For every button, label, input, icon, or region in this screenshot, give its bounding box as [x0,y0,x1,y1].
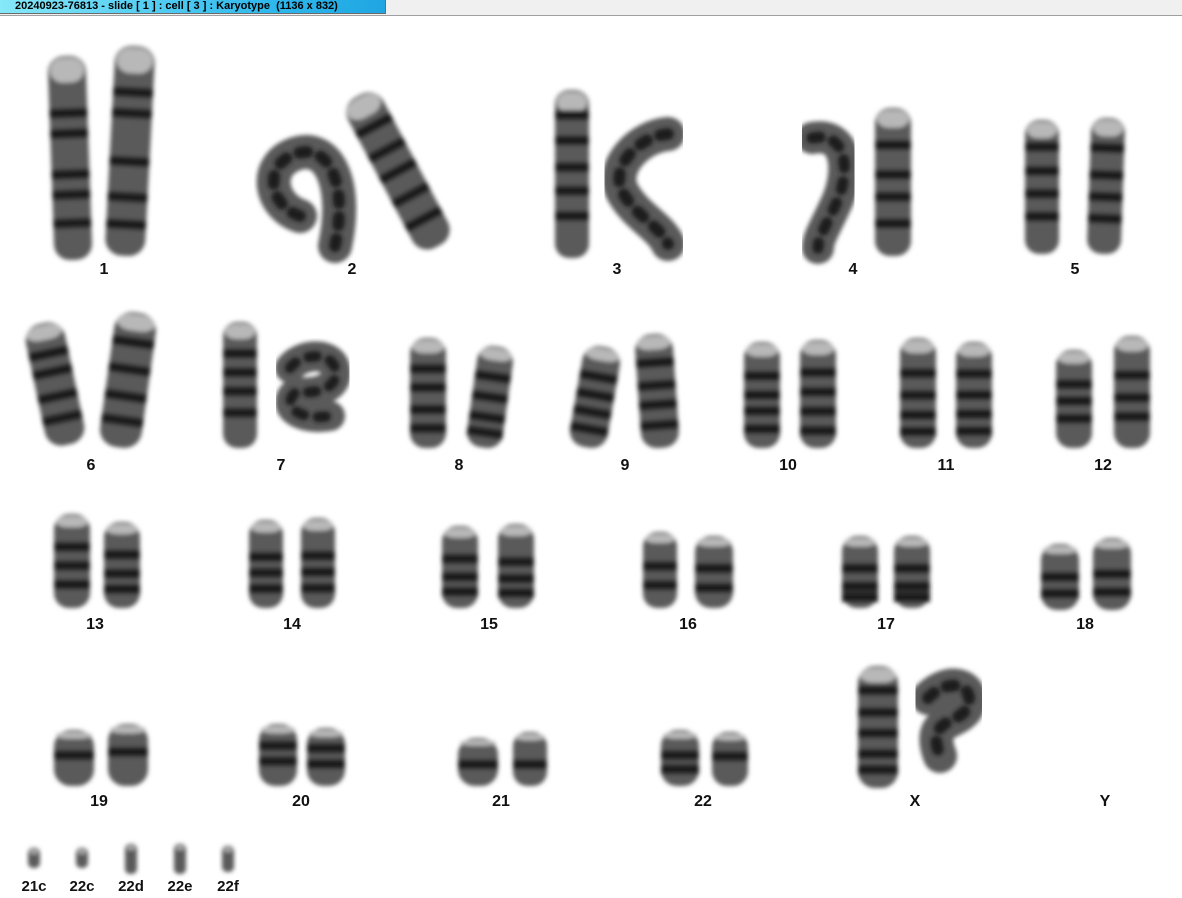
chromosome-label-2: 2 [347,261,357,278]
chromosome-label-x: X [909,793,921,810]
chrom-11a [900,338,936,448]
chrom-20b [307,728,345,786]
chromosome-label-18: 18 [1076,616,1094,633]
chromosome-label-13: 13 [86,616,104,633]
chrom-19a [54,730,94,786]
chrom-6b [100,312,156,448]
chrom-2b [346,92,450,250]
chrom-22b [712,732,748,786]
chrom-18a [1041,544,1079,610]
chrom-m22e [174,844,186,874]
chromosome-label-12: 12 [1094,457,1112,474]
chromosome-image-layer [25,45,1150,874]
chrom-m22f [222,846,234,872]
chromosome-label-5: 5 [1070,261,1080,278]
chromosome-label-4: 4 [848,261,858,278]
chrom-10b [800,340,836,448]
chrom-6a [25,322,85,446]
window-title-bar: 20240923-76813 - slide [ 1 ] : cell [ 3 … [0,0,1182,16]
chrom-m22c [76,848,88,868]
chrom-9b [635,333,679,449]
chrom-9a [569,345,621,449]
chrom-21b [513,732,547,786]
chromosome-label-3: 3 [612,261,622,278]
chrom-15b [498,524,534,608]
chromosome-label-y: Y [1099,793,1111,810]
chromosome-label-20: 20 [292,793,310,810]
chrom-19b [108,724,148,786]
chromosome-label-17: 17 [877,616,895,633]
chromosome-label-22: 22 [694,793,712,810]
chrom-16a [643,532,677,608]
chrom-5b [1087,117,1125,255]
chrom-21a [458,738,498,786]
marker-label-22d: 22d [118,878,144,895]
chrom-22a [661,730,699,786]
chromosome-label-14: 14 [283,616,301,633]
chrom-Xa [858,666,898,788]
chromosome-label-1: 1 [99,261,109,278]
chrom-1a [47,55,93,261]
chrom-10a [744,342,780,448]
marker-label-22e: 22e [167,878,193,895]
chrom-3a [555,90,589,258]
chrom-8b [466,345,513,449]
chrom-7a [223,322,257,448]
chrom-14b [301,518,335,608]
chrom-1b [105,45,155,257]
chrom-15a [442,526,478,608]
marker-label-22c: 22c [69,878,95,895]
chrom-5a [1025,120,1059,254]
chrom-12a [1056,350,1092,448]
chrom-18b [1093,538,1131,610]
chromosome-label-16: 16 [679,616,697,633]
chrom-13a [54,514,90,608]
chrom-13b [104,522,140,608]
chrom-17a [842,536,878,608]
chrom-4b [875,108,911,256]
window-title-tab[interactable]: 20240923-76813 - slide [ 1 ] : cell [ 3 … [0,0,386,14]
chrom-14a [249,520,283,608]
chromosome-label-15: 15 [480,616,498,633]
chromosome-label-21: 21 [492,793,510,810]
chrom-m22d [125,844,137,874]
chromosome-label-10: 10 [779,457,797,474]
chromosome-label-19: 19 [90,793,108,810]
chromosome-label-7: 7 [276,457,286,474]
marker-label-22f: 22f [217,878,239,895]
chromosome-label-8: 8 [454,457,464,474]
chrom-8a [410,338,446,448]
chrom-17b [894,536,930,608]
karyotype-canvas: 1 2 3 4 5 6 7 8 9 10 11 12 13 14 15 16 1… [0,16,1182,898]
chromosome-label-9: 9 [620,457,630,474]
marker-label-21c: 21c [21,878,47,895]
chrom-20a [259,724,297,786]
chrom-11b [956,342,992,448]
chrom-12b [1114,336,1150,448]
chrom-m21c [28,848,40,868]
chromosome-label-6: 6 [86,457,96,474]
chromosome-label-11: 11 [937,457,955,474]
chrom-16b [695,536,733,608]
